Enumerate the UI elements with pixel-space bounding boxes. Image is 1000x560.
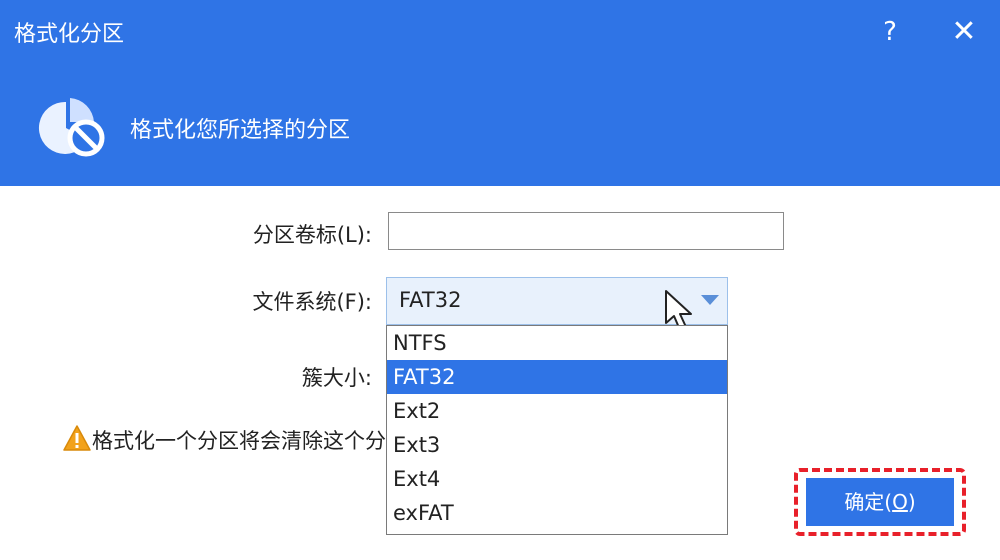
help-button[interactable]: ?	[872, 14, 908, 50]
confirm-button-hotkey: O	[892, 490, 908, 514]
close-button[interactable]: ✕	[946, 14, 982, 50]
filesystem-options-list: NTFS FAT32 Ext2 Ext3 Ext4 exFAT	[386, 325, 728, 535]
format-partition-dialog: 格式化分区 ? ✕ 格式化您所选择的分区 分区卷标(L): 文件系统(F): F…	[0, 0, 1000, 560]
volume-label-caption: 分区卷标(L):	[252, 223, 372, 247]
fs-option-ntfs[interactable]: NTFS	[387, 326, 727, 360]
fs-option-ext3[interactable]: Ext3	[387, 428, 727, 462]
partition-format-icon	[38, 98, 105, 157]
confirm-button-label: 确定(	[844, 490, 893, 514]
filesystem-selected-value: FAT32	[399, 288, 462, 312]
fs-option-ext4[interactable]: Ext4	[387, 462, 727, 496]
warning-text: 格式化一个分区将会清除这个分区上的所有数据	[92, 429, 386, 453]
format-warning: 格式化一个分区将会清除这个分区上的所有数据	[60, 424, 386, 454]
filesystem-caption: 文件系统(F):	[252, 290, 372, 314]
confirm-button-label-end: )	[907, 490, 916, 514]
chevron-down-icon[interactable]	[701, 295, 719, 305]
fs-option-exfat[interactable]: exFAT	[387, 496, 727, 530]
confirm-button[interactable]: 确定(O)	[806, 478, 954, 526]
dialog-header: 格式化分区 ? ✕ 格式化您所选择的分区	[0, 0, 1000, 186]
warning-icon	[63, 425, 91, 451]
dialog-subtitle: 格式化您所选择的分区	[130, 118, 351, 143]
fs-option-ext2[interactable]: Ext2	[387, 394, 727, 428]
cluster-size-caption: 簇大小:	[301, 366, 372, 390]
volume-label-input[interactable]	[388, 212, 784, 250]
dialog-title: 格式化分区	[14, 22, 125, 47]
fs-option-fat32[interactable]: FAT32	[387, 360, 727, 394]
